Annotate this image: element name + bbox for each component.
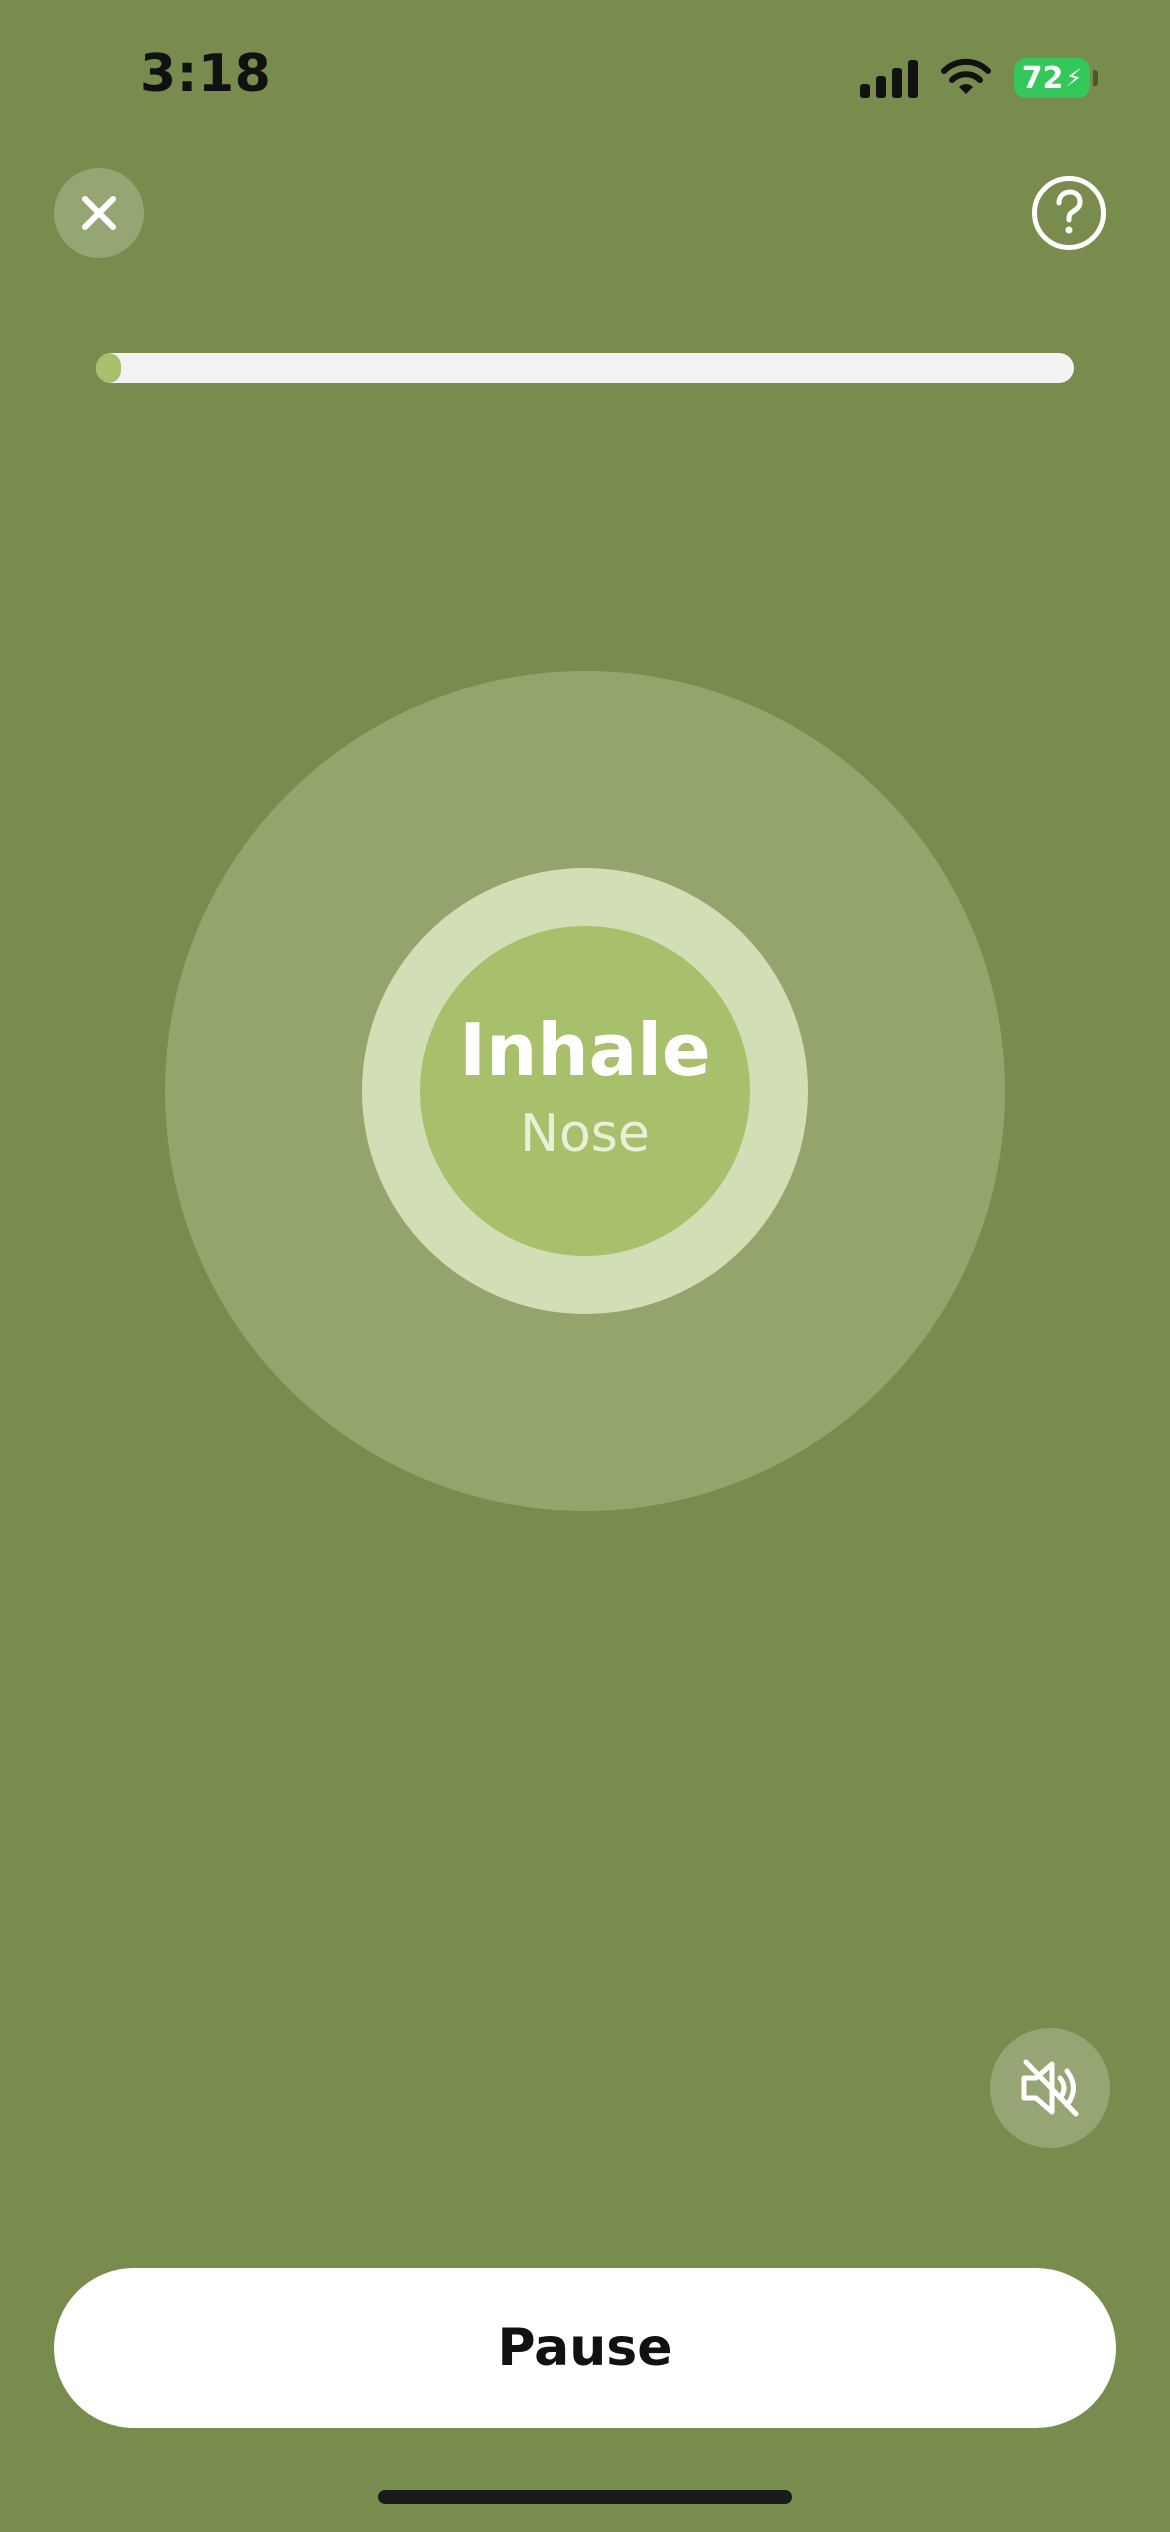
cellular-signal-icon: [860, 58, 918, 98]
charging-bolt-icon: ⚡: [1065, 64, 1083, 92]
mute-toggle-button[interactable]: [990, 2028, 1110, 2148]
breathing-inner-circle: Inhale Nose: [420, 926, 750, 1256]
home-indicator[interactable]: [378, 2490, 792, 2504]
breathing-exercise-screen: 3:18 72 ⚡ Inhale Nose Pause: [0, 0, 1170, 2532]
battery-level: 72: [1021, 60, 1064, 96]
wifi-icon: [940, 58, 992, 98]
speaker-muted-icon: [1021, 2059, 1079, 2117]
help-question-icon: [1056, 189, 1083, 234]
status-time: 3:18: [140, 44, 272, 104]
session-progress-bar: [96, 353, 1074, 383]
pause-button[interactable]: Pause: [54, 2268, 1116, 2428]
breathing-instruction: Nose: [520, 1104, 650, 1164]
close-icon: [82, 196, 116, 230]
help-button[interactable]: [1032, 176, 1106, 250]
close-button[interactable]: [54, 168, 144, 258]
status-icons: 72 ⚡: [860, 52, 1098, 104]
battery-icon: 72 ⚡: [1014, 58, 1098, 98]
session-progress-fill: [96, 353, 122, 383]
breathing-phase-title: Inhale: [459, 1008, 711, 1092]
